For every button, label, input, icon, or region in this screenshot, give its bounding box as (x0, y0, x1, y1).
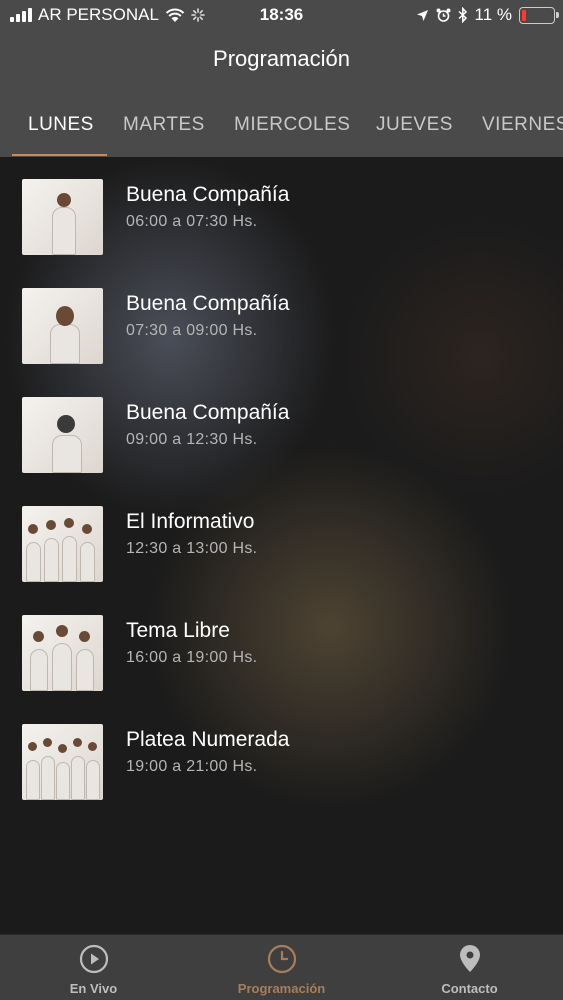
program-thumbnail (22, 615, 103, 691)
tab-miercoles[interactable]: MIERCOLES (234, 114, 350, 136)
play-circle-icon (79, 944, 108, 974)
program-time: 19:00 a 21:00 Hs. (126, 758, 258, 775)
list-item[interactable]: Buena Compañía 06:00 a 07:30 Hs. (0, 179, 563, 279)
list-item[interactable]: Buena Compañía 07:30 a 09:00 Hs. (0, 288, 563, 388)
program-thumbnail (22, 724, 103, 800)
page-title: Programación (213, 46, 350, 71)
battery-percent: 11 % (474, 5, 513, 24)
program-time: 16:00 a 19:00 Hs. (126, 649, 258, 666)
tab-en-vivo[interactable]: En Vivo (0, 935, 187, 1000)
program-title: El Informativo (126, 510, 255, 533)
program-time: 09:00 a 12:30 Hs. (126, 431, 258, 448)
list-item[interactable]: Platea Numerada 19:00 a 21:00 Hs. (0, 724, 563, 824)
list-item[interactable]: Buena Compañía 09:00 a 12:30 Hs. (0, 397, 563, 497)
program-thumbnail (22, 179, 103, 255)
program-title: Buena Compañía (126, 292, 290, 315)
program-time: 07:30 a 09:00 Hs. (126, 322, 258, 339)
alarm-icon (436, 8, 450, 22)
active-tab-indicator (12, 154, 107, 156)
tab-contacto[interactable]: Contacto (376, 935, 563, 1000)
map-pin-icon (459, 945, 480, 972)
program-thumbnail (22, 397, 103, 473)
bluetooth-icon (457, 7, 467, 23)
bottom-tab-bar: En Vivo Programación Contacto (0, 934, 563, 1000)
program-thumbnail (22, 288, 103, 364)
status-bar: AR PERSONAL 18:36 11 % (0, 0, 563, 30)
schedule-list: Buena Compañía 06:00 a 07:30 Hs. Buena C… (0, 157, 563, 934)
tab-lunes[interactable]: LUNES (28, 114, 94, 136)
tab-label: Programación (237, 981, 326, 996)
tab-programacion[interactable]: Programación (188, 935, 375, 1000)
clock-icon (267, 944, 296, 974)
list-item[interactable]: Tema Libre 16:00 a 19:00 Hs. (0, 615, 563, 715)
program-time: 06:00 a 07:30 Hs. (126, 213, 258, 230)
program-title: Buena Compañía (126, 183, 290, 206)
day-tabs: LUNES MARTES MIERCOLES JUEVES VIERNES (0, 100, 563, 157)
tab-martes[interactable]: MARTES (123, 114, 205, 136)
top-bar: AR PERSONAL 18:36 11 % Programación LUNE… (0, 0, 563, 157)
tab-jueves[interactable]: JUEVES (376, 114, 453, 136)
battery-icon (519, 6, 559, 24)
status-right: 11 % (416, 5, 559, 25)
program-time: 12:30 a 13:00 Hs. (126, 540, 258, 557)
program-title: Buena Compañía (126, 401, 290, 424)
program-title: Platea Numerada (126, 728, 290, 751)
tab-label: Contacto (441, 981, 498, 996)
program-thumbnail (22, 506, 103, 582)
location-arrow-icon (416, 9, 428, 21)
program-title: Tema Libre (126, 619, 230, 642)
tab-label: En Vivo (69, 981, 118, 996)
list-item[interactable]: El Informativo 12:30 a 13:00 Hs. (0, 506, 563, 606)
tab-viernes[interactable]: VIERNES (482, 114, 563, 136)
